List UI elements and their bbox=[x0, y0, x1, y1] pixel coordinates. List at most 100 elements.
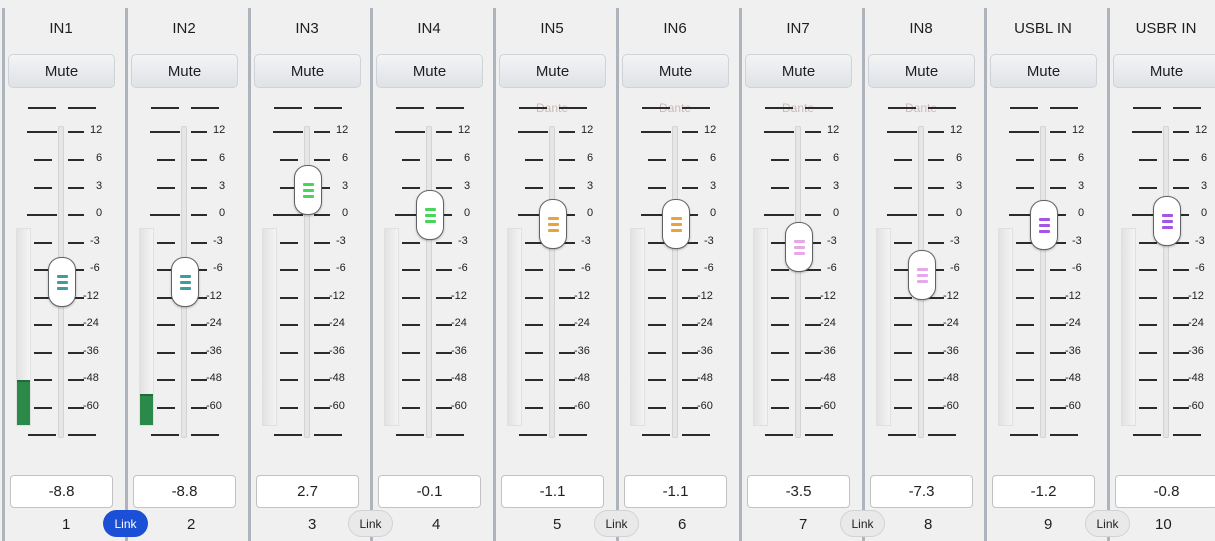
scale-tick bbox=[928, 214, 944, 216]
mute-button[interactable]: Mute bbox=[499, 54, 606, 88]
gain-value-field[interactable]: -0.8 bbox=[1115, 475, 1215, 508]
channel-number: 10 bbox=[1155, 516, 1172, 533]
link-button[interactable]: Link bbox=[1085, 510, 1130, 537]
mute-button[interactable]: Mute bbox=[131, 54, 238, 88]
scale-tick bbox=[157, 187, 175, 189]
fader-knob[interactable] bbox=[662, 199, 690, 249]
scale-tick bbox=[395, 131, 425, 133]
scale-tick bbox=[280, 297, 298, 299]
scale-tick bbox=[1050, 187, 1066, 189]
level-meter bbox=[998, 228, 1013, 426]
scale-cap-mark bbox=[888, 434, 916, 436]
scale-tick bbox=[641, 131, 671, 133]
fader-knob-grip bbox=[303, 195, 314, 198]
scale-label: 12 bbox=[336, 124, 349, 136]
channel-name: IN4 bbox=[417, 20, 441, 37]
scale-cap-mark bbox=[28, 434, 56, 436]
fader-knob[interactable] bbox=[171, 257, 199, 307]
scale-tick bbox=[27, 131, 57, 133]
scale-tick bbox=[1139, 159, 1157, 161]
fader-knob-grip bbox=[794, 246, 805, 249]
scale-tick bbox=[648, 297, 666, 299]
scale-label: -48 bbox=[1065, 372, 1081, 384]
strip-divider bbox=[862, 8, 865, 541]
scale-tick bbox=[157, 379, 175, 381]
scale-tick bbox=[771, 379, 789, 381]
scale-tick bbox=[1139, 269, 1157, 271]
link-button[interactable]: Link bbox=[103, 510, 148, 537]
gain-value-field[interactable]: 2.7 bbox=[256, 475, 359, 508]
scale-label: -6 bbox=[827, 262, 837, 274]
link-button[interactable]: Link bbox=[594, 510, 639, 537]
scale-tick bbox=[1139, 379, 1157, 381]
fader-knob[interactable] bbox=[1030, 200, 1058, 250]
scale-cap-mark bbox=[1050, 434, 1078, 436]
scale-tick bbox=[1173, 159, 1189, 161]
scale-tick bbox=[682, 324, 698, 326]
fader-knob[interactable] bbox=[908, 250, 936, 300]
scale-tick bbox=[648, 407, 666, 409]
scale-cap-mark bbox=[559, 107, 587, 109]
gain-value-field[interactable]: -1.1 bbox=[501, 475, 604, 508]
scale-tick bbox=[280, 242, 298, 244]
scale-tick bbox=[682, 269, 698, 271]
fader-knob-grip bbox=[57, 275, 68, 278]
scale-label: 0 bbox=[464, 207, 471, 219]
gain-value-field[interactable]: -8.8 bbox=[133, 475, 236, 508]
fader-knob[interactable] bbox=[416, 190, 444, 240]
scale-tick bbox=[1016, 379, 1034, 381]
scale-label: 0 bbox=[96, 207, 103, 219]
mute-button[interactable]: Mute bbox=[745, 54, 852, 88]
gain-value-field[interactable]: -1.1 bbox=[624, 475, 727, 508]
mute-button[interactable]: Mute bbox=[990, 54, 1097, 88]
scale-tick bbox=[805, 297, 821, 299]
fader-knob[interactable] bbox=[1153, 196, 1181, 246]
mute-button[interactable]: Mute bbox=[868, 54, 975, 88]
scale-label: 0 bbox=[956, 207, 963, 219]
scale-label: -6 bbox=[1072, 262, 1082, 274]
scale-label: -60 bbox=[1065, 400, 1081, 412]
scale-tick bbox=[559, 187, 575, 189]
scale-label: 12 bbox=[1195, 124, 1208, 136]
gain-value-field[interactable]: -8.8 bbox=[10, 475, 113, 508]
channel-number: 1 bbox=[62, 516, 71, 533]
scale-cap-mark bbox=[314, 434, 342, 436]
scale-tick bbox=[771, 297, 789, 299]
link-button[interactable]: Link bbox=[840, 510, 885, 537]
scale-tick bbox=[157, 324, 175, 326]
mute-button[interactable]: Mute bbox=[622, 54, 729, 88]
scale-tick bbox=[280, 407, 298, 409]
channel-name: IN3 bbox=[295, 20, 319, 37]
gain-value-field[interactable]: -1.2 bbox=[992, 475, 1095, 508]
gain-value-field[interactable]: -3.5 bbox=[747, 475, 850, 508]
scale-tick bbox=[525, 407, 543, 409]
channel-strip: USBR IN Mute 12 6 3 0 -3 -6 -12 -24 -36 -48 -60 -0.8 1… bbox=[1105, 0, 1215, 541]
fader-knob-grip bbox=[671, 217, 682, 220]
fader-knob[interactable] bbox=[48, 257, 76, 307]
strip-divider bbox=[1107, 8, 1110, 541]
fader-knob[interactable] bbox=[294, 165, 322, 215]
scale-label: -48 bbox=[1188, 372, 1204, 384]
scale-tick bbox=[157, 352, 175, 354]
mute-button[interactable]: Mute bbox=[376, 54, 483, 88]
scale-tick bbox=[894, 352, 912, 354]
mute-button[interactable]: Mute bbox=[254, 54, 361, 88]
scale-tick bbox=[1016, 407, 1034, 409]
link-button[interactable]: Link bbox=[348, 510, 393, 537]
fader-knob-grip bbox=[180, 275, 191, 278]
scale-tick bbox=[280, 269, 298, 271]
strip-divider bbox=[984, 8, 987, 541]
scale-tick bbox=[402, 379, 420, 381]
mute-button[interactable]: Mute bbox=[1113, 54, 1215, 88]
scale-tick bbox=[191, 159, 207, 161]
fader-knob[interactable] bbox=[785, 222, 813, 272]
scale-tick bbox=[682, 297, 698, 299]
mute-button[interactable]: Mute bbox=[8, 54, 115, 88]
fader-knob-grip bbox=[303, 189, 314, 192]
fader-knob[interactable] bbox=[539, 199, 567, 249]
scale-tick bbox=[1016, 187, 1034, 189]
gain-value-field[interactable]: -0.1 bbox=[378, 475, 481, 508]
fader-track bbox=[1040, 126, 1046, 438]
scale-label: -48 bbox=[820, 372, 836, 384]
gain-value-field[interactable]: -7.3 bbox=[870, 475, 973, 508]
